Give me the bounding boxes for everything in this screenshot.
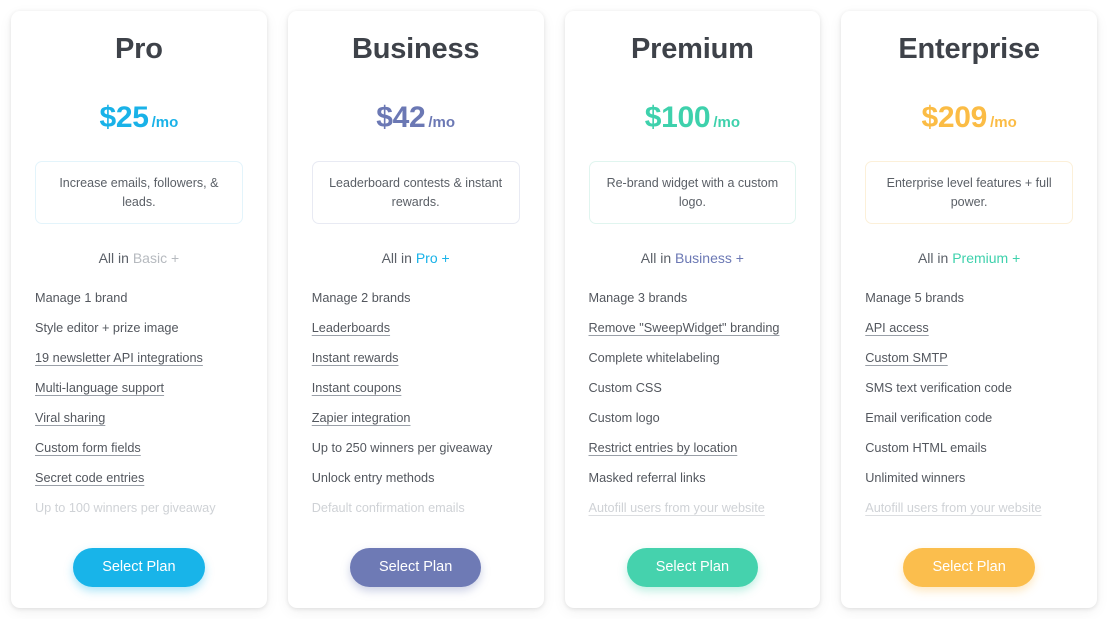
- feature-item[interactable]: 19 newsletter API integrations: [35, 346, 243, 371]
- feature-item: Up to 250 winners per giveaway: [311, 441, 493, 456]
- feature-item: Unlimited winners: [865, 471, 966, 486]
- feature-item[interactable]: Leaderboards: [312, 316, 520, 341]
- all-in-prefix: All in: [98, 250, 129, 267]
- feature-item[interactable]: Restrict entries by location: [589, 436, 797, 461]
- feature-item: Manage 3 brands: [588, 291, 688, 306]
- feature-item[interactable]: Custom SMTP: [865, 346, 1073, 371]
- select-plan-button[interactable]: Select Plan: [349, 548, 482, 587]
- plan-title: Pro: [115, 33, 163, 65]
- feature-item: SMS text verification code: [865, 381, 1012, 396]
- feature-item[interactable]: Multi-language support: [35, 376, 243, 401]
- feature-item[interactable]: Instant rewards: [312, 346, 520, 371]
- plan-card-business: Business $42/mo Leaderboard contests & ins…: [287, 11, 544, 608]
- feature-item[interactable]: Autofill users from your website: [589, 496, 797, 521]
- cta-wrapper: Select Plan: [35, 526, 243, 587]
- plan-description-box: Leaderboard contests & instant rewards.: [311, 161, 520, 225]
- feature-item: Unlock entry methods: [311, 471, 435, 486]
- pricing-plans-grid: Pro $25/mo Increase emails, followers, & l…: [0, 0, 1108, 619]
- feature-list: Manage 5 brands API access Custom SMTP SMS …: [865, 286, 1073, 526]
- feature-item: Up to 100 winners per giveaway: [35, 501, 216, 516]
- all-in-plan-name: Basic: [132, 250, 168, 267]
- all-in-plan-name: Premium: [952, 250, 1009, 267]
- feature-item: Complete whitelabeling: [588, 351, 720, 366]
- select-plan-button[interactable]: Select Plan: [903, 548, 1035, 587]
- plan-description-text: Increase emails, followers, & leads.: [59, 175, 219, 209]
- feature-item: Custom logo: [588, 411, 660, 426]
- all-in-plan-name: Business: [675, 250, 732, 267]
- price-period: /mo: [990, 114, 1017, 132]
- plan-price: $100/mo: [589, 101, 797, 135]
- feature-item: Email verification code: [865, 411, 993, 426]
- all-in-row: All in Premium +: [865, 250, 1073, 267]
- all-in-plus: +: [735, 250, 744, 267]
- cta-wrapper: Select Plan: [865, 526, 1073, 587]
- price-period: /mo: [713, 114, 740, 132]
- feature-item: Custom CSS: [588, 381, 662, 396]
- feature-item: Masked referral links: [588, 471, 706, 486]
- cta-wrapper: Select Plan: [312, 526, 520, 587]
- feature-item: Manage 5 brands: [865, 291, 964, 306]
- feature-item: Manage 1 brand: [35, 291, 128, 306]
- select-plan-button[interactable]: Select Plan: [73, 548, 205, 587]
- feature-item[interactable]: API access: [865, 316, 1073, 341]
- plan-card-enterprise: Enterprise $209/mo Enterprise level featur…: [841, 11, 1097, 608]
- price-period: /mo: [151, 114, 179, 132]
- plan-title: Enterprise: [898, 33, 1040, 65]
- plan-card-pro: Pro $25/mo Increase emails, followers, & l…: [11, 11, 267, 608]
- feature-list: Manage 2 brands Leaderboards Instant rewar…: [312, 286, 520, 526]
- plan-price: $25/mo: [35, 101, 243, 135]
- price-amount: $42: [376, 101, 426, 135]
- plan-title: Business: [351, 33, 480, 65]
- feature-item[interactable]: Zapier integration: [312, 406, 520, 431]
- all-in-prefix: All in: [917, 250, 949, 267]
- feature-item[interactable]: Instant coupons: [312, 376, 520, 401]
- plan-description-text: Enterprise level features + full power.: [886, 175, 1052, 209]
- all-in-plus: +: [1012, 250, 1021, 267]
- feature-item: Custom HTML emails: [865, 441, 987, 456]
- plan-description-box: Re-brand widget with a custom logo.: [588, 161, 797, 225]
- feature-list: Manage 3 brands Remove "SweepWidget" bran…: [589, 286, 797, 526]
- feature-item[interactable]: Custom form fields: [35, 436, 243, 461]
- all-in-row: All in Pro +: [312, 250, 520, 267]
- select-plan-button[interactable]: Select Plan: [626, 548, 759, 587]
- price-amount: $100: [644, 101, 711, 135]
- all-in-plus: +: [170, 250, 180, 267]
- feature-item[interactable]: Autofill users from your website: [865, 496, 1073, 521]
- plan-price: $209/mo: [865, 101, 1073, 135]
- feature-item: Manage 2 brands: [311, 291, 411, 306]
- all-in-prefix: All in: [381, 250, 412, 267]
- feature-item: Default confirmation emails: [311, 501, 465, 516]
- plan-title: Premium: [631, 33, 754, 65]
- feature-item[interactable]: Secret code entries: [35, 466, 243, 491]
- all-in-row: All in Basic +: [35, 250, 243, 267]
- price-amount: $25: [99, 101, 149, 135]
- plan-description-text: Leaderboard contests & instant rewards.: [329, 175, 503, 209]
- feature-item[interactable]: Remove "SweepWidget" branding: [589, 316, 797, 341]
- all-in-plan-name: Pro: [415, 250, 438, 267]
- plan-description-text: Re-brand widget with a custom logo.: [606, 175, 779, 209]
- feature-item[interactable]: Viral sharing: [35, 406, 243, 431]
- plan-card-premium: Premium $100/mo Re-brand widget with a cus…: [564, 11, 821, 608]
- all-in-prefix: All in: [640, 250, 672, 267]
- cta-wrapper: Select Plan: [589, 526, 797, 587]
- price-amount: $209: [921, 101, 988, 135]
- price-period: /mo: [428, 114, 456, 132]
- all-in-plus: +: [441, 250, 450, 267]
- plan-description-box: Increase emails, followers, & leads.: [35, 161, 243, 225]
- plan-description-box: Enterprise level features + full power.: [865, 161, 1073, 225]
- feature-list: Manage 1 brand Style editor + prize image…: [35, 286, 243, 526]
- feature-item: Style editor + prize image: [35, 321, 179, 336]
- all-in-row: All in Business +: [589, 250, 797, 267]
- plan-price: $42/mo: [312, 101, 520, 135]
